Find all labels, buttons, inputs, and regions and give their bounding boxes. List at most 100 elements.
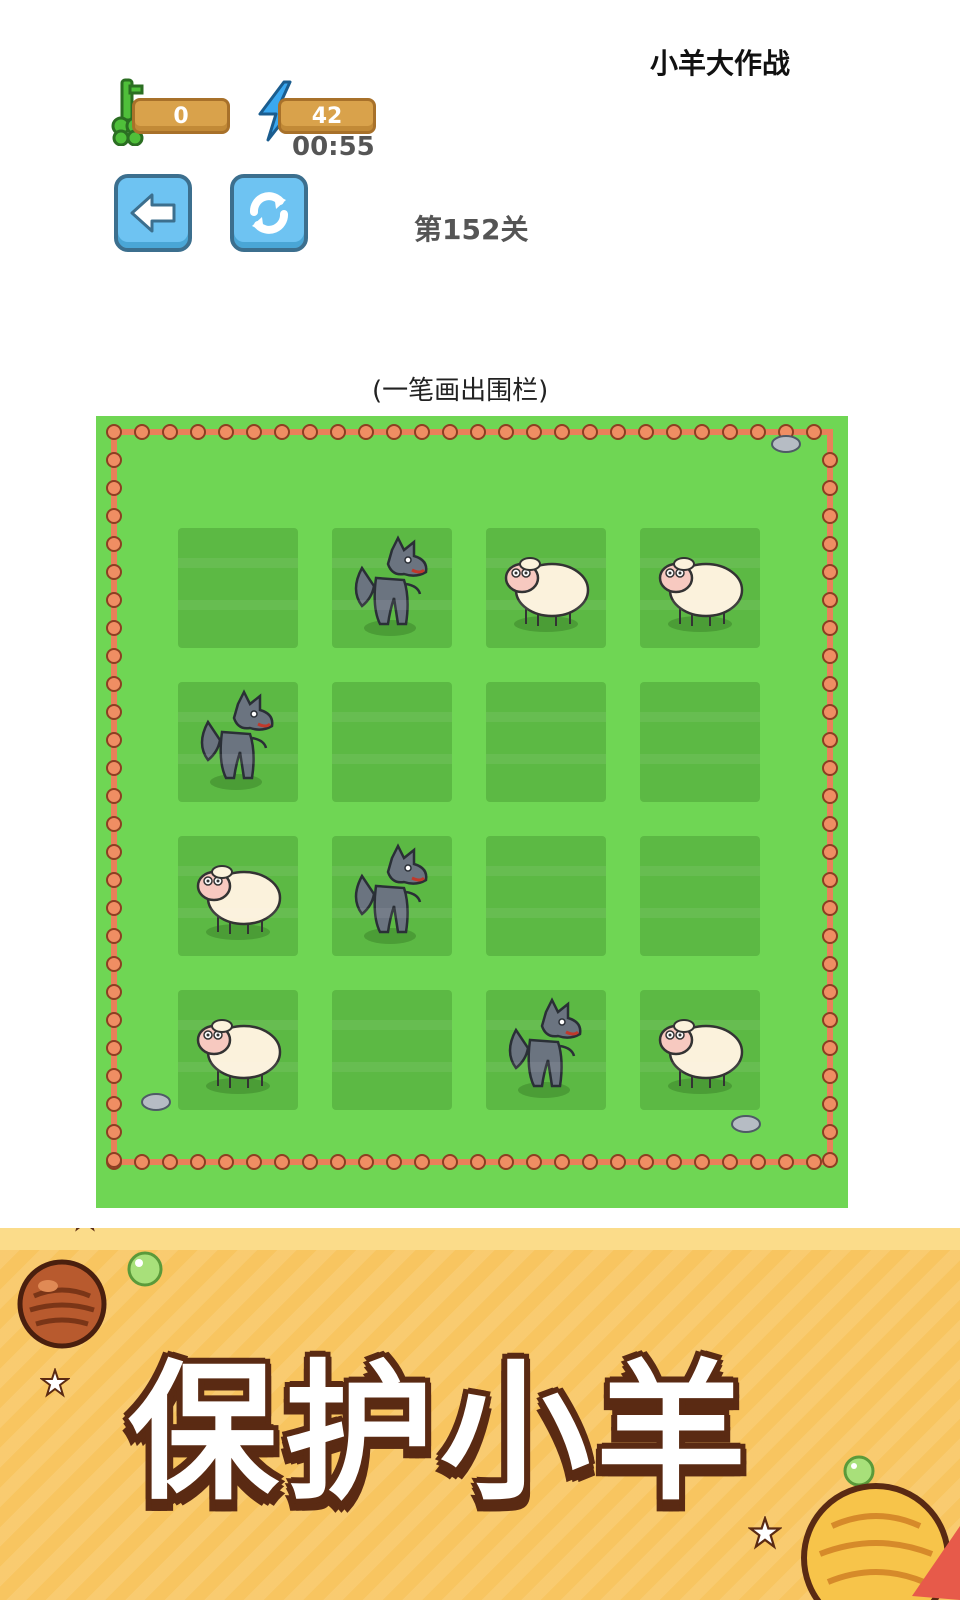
fence-post bbox=[106, 1124, 122, 1140]
back-button[interactable] bbox=[114, 174, 192, 252]
fence-post bbox=[822, 1012, 838, 1028]
fence-post bbox=[330, 424, 346, 440]
fence-post bbox=[822, 1040, 838, 1056]
board-cell-sheep[interactable] bbox=[486, 528, 606, 648]
fence-post bbox=[106, 760, 122, 776]
fence-post bbox=[822, 1124, 838, 1140]
fence-post bbox=[582, 424, 598, 440]
rock bbox=[771, 435, 801, 453]
fence-post bbox=[610, 424, 626, 440]
refresh-icon bbox=[250, 192, 288, 234]
fence-post bbox=[106, 844, 122, 860]
fence-post bbox=[822, 1152, 838, 1168]
fence-post bbox=[822, 648, 838, 664]
fence-post bbox=[106, 704, 122, 720]
fence-post bbox=[638, 1154, 654, 1170]
fence-post bbox=[822, 452, 838, 468]
fence-post bbox=[134, 1154, 150, 1170]
fence-post bbox=[106, 956, 122, 972]
board-cell-wolf[interactable] bbox=[332, 836, 452, 956]
fence-post bbox=[806, 424, 822, 440]
fence-post bbox=[498, 424, 514, 440]
board-cell-sheep[interactable] bbox=[178, 990, 298, 1110]
fence-post bbox=[666, 1154, 682, 1170]
fence-post bbox=[610, 1154, 626, 1170]
fence-post bbox=[190, 424, 206, 440]
board-cell-empty[interactable] bbox=[178, 528, 298, 648]
sheep-sprite bbox=[196, 865, 282, 940]
slogan-text: 保护小羊 bbox=[128, 1347, 753, 1521]
fence-post bbox=[414, 1154, 430, 1170]
fence-post bbox=[722, 1154, 738, 1170]
fence-post bbox=[274, 424, 290, 440]
level-label: 第152关 bbox=[414, 213, 529, 246]
board-cell-empty[interactable] bbox=[640, 682, 760, 802]
fence-post bbox=[106, 928, 122, 944]
fence-post bbox=[582, 1154, 598, 1170]
melon-ball-icon bbox=[801, 1483, 960, 1600]
wolf-sprite bbox=[354, 843, 428, 944]
star-icon bbox=[40, 1368, 70, 1398]
fence-post bbox=[162, 424, 178, 440]
fence-post bbox=[246, 424, 262, 440]
board-cell-sheep[interactable] bbox=[640, 528, 760, 648]
fence-post bbox=[106, 1068, 122, 1084]
fence-post bbox=[822, 1068, 838, 1084]
fence-post bbox=[822, 620, 838, 636]
fence-post bbox=[106, 536, 122, 552]
fence-post bbox=[302, 1154, 318, 1170]
board-cell-empty[interactable] bbox=[640, 836, 760, 956]
countdown-timer: 00:55 bbox=[292, 132, 375, 162]
board-cell-wolf[interactable] bbox=[486, 990, 606, 1110]
fence-post bbox=[822, 900, 838, 916]
fence-post bbox=[106, 424, 122, 440]
fence-post bbox=[218, 1154, 234, 1170]
board-cell-sheep[interactable] bbox=[640, 990, 760, 1110]
fence-post bbox=[386, 1154, 402, 1170]
fence-post bbox=[822, 788, 838, 804]
fence-post bbox=[302, 424, 318, 440]
green-bubble-icon bbox=[127, 1251, 163, 1287]
rock bbox=[731, 1115, 761, 1133]
fence-post bbox=[106, 872, 122, 888]
back-arrow-icon bbox=[130, 193, 176, 233]
level-hint: (一笔画出围栏) bbox=[372, 376, 549, 406]
board-cell-empty[interactable] bbox=[486, 682, 606, 802]
wolf-sprite bbox=[354, 535, 428, 636]
fence-post bbox=[106, 1152, 122, 1168]
fence-post bbox=[106, 452, 122, 468]
fence-post bbox=[822, 508, 838, 524]
game-board[interactable] bbox=[96, 416, 848, 1208]
fence-post bbox=[106, 1040, 122, 1056]
fence-post bbox=[106, 1012, 122, 1028]
fence-post bbox=[822, 480, 838, 496]
sheep-sprite bbox=[504, 557, 590, 632]
wolf-sprite bbox=[508, 997, 582, 1098]
restart-button[interactable] bbox=[230, 174, 308, 252]
board-cell-sheep[interactable] bbox=[178, 836, 298, 956]
key-count: 0 bbox=[173, 103, 189, 129]
app-title: 小羊大作战 bbox=[650, 47, 791, 80]
promo-banner: 保护小羊 bbox=[0, 1228, 960, 1600]
energy-count: 42 bbox=[311, 103, 343, 129]
board-cell-empty[interactable] bbox=[332, 990, 452, 1110]
key-counter: 0 bbox=[132, 98, 230, 134]
board-cell-wolf[interactable] bbox=[332, 528, 452, 648]
board-cell-empty[interactable] bbox=[332, 682, 452, 802]
fence-post bbox=[106, 732, 122, 748]
board-cell-empty[interactable] bbox=[486, 836, 606, 956]
fence-post bbox=[526, 424, 542, 440]
fence-post bbox=[106, 648, 122, 664]
ball-icon bbox=[17, 1259, 107, 1349]
banner-top-strip bbox=[0, 1228, 960, 1250]
fence-post bbox=[470, 1154, 486, 1170]
fence-post bbox=[822, 592, 838, 608]
fence-post bbox=[218, 424, 234, 440]
fence-post bbox=[694, 424, 710, 440]
board-cell-wolf[interactable] bbox=[178, 682, 298, 802]
fence-post bbox=[106, 480, 122, 496]
fence-post bbox=[470, 424, 486, 440]
fence-post bbox=[106, 1096, 122, 1112]
fence-post bbox=[822, 956, 838, 972]
fence-post bbox=[722, 424, 738, 440]
